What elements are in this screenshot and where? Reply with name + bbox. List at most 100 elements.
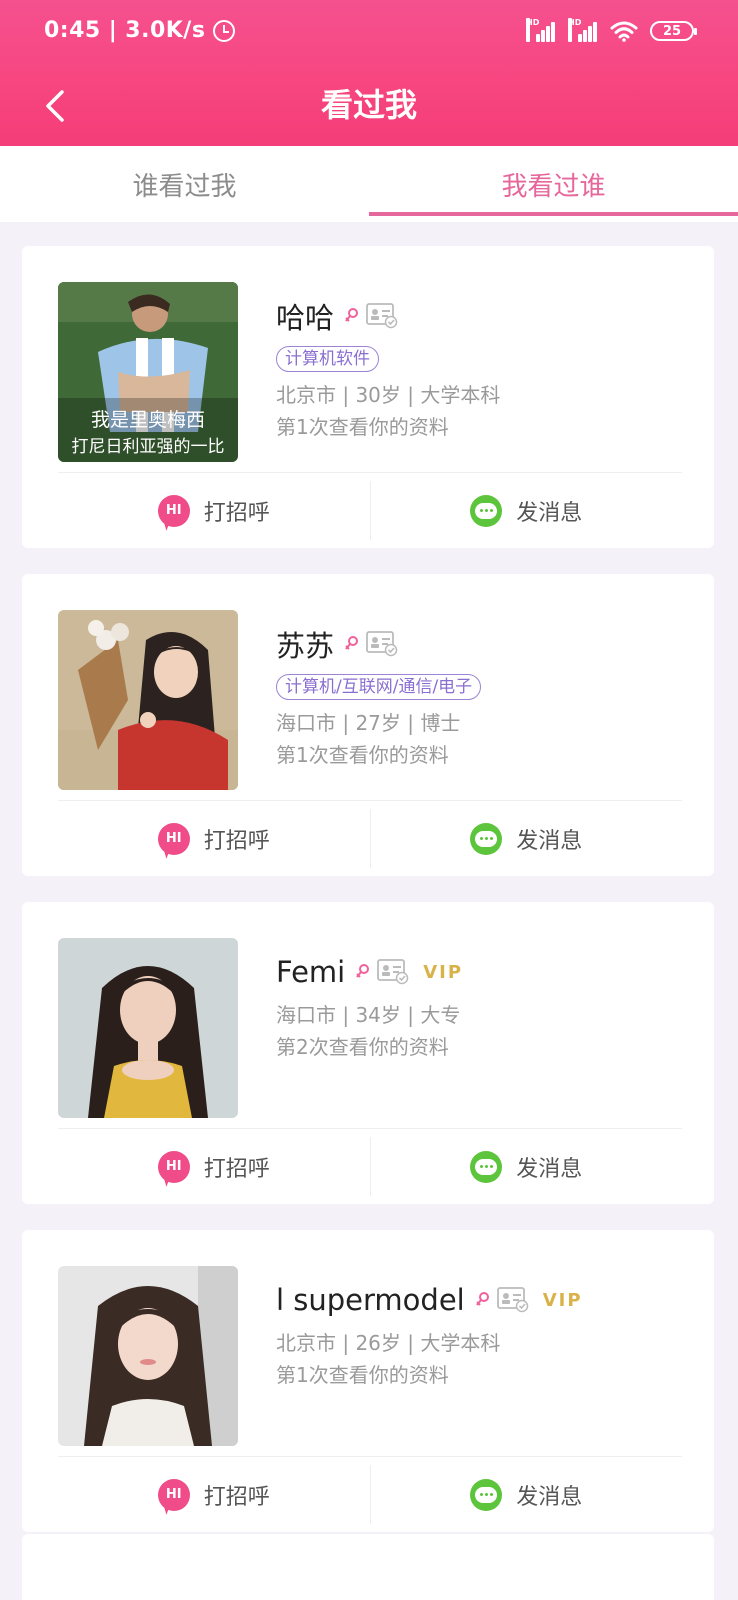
viewed-list: 我是里奥梅西 打尼日利亚强的一比 哈哈 计算机软件 北京市 | 30岁 | 大学…: [22, 246, 714, 1558]
hi-icon: HI: [157, 1150, 190, 1183]
list-item[interactable]: l supermodel VIP 北京市 | 26岁 | 大学本科 第1次查看你…: [22, 1230, 714, 1532]
message-button[interactable]: 发消息: [371, 1457, 683, 1532]
industry-tag: 计算机/互联网/通信/电子: [276, 674, 482, 700]
message-label: 发消息: [516, 828, 583, 854]
card-actions: HI 打招呼 发消息: [58, 472, 682, 548]
message-icon: [470, 1150, 503, 1183]
user-info: 哈哈 计算机软件 北京市 | 30岁 | 大学本科 第1次查看你的资料: [276, 296, 696, 442]
greet-label: 打招呼: [203, 1156, 270, 1182]
view-count: 第1次查看你的资料: [276, 1363, 449, 1387]
signal-hd-label-2: HD: [568, 18, 581, 42]
view-count: 第1次查看你的资料: [276, 743, 449, 767]
tab-label: 谁看过我: [132, 171, 237, 202]
greet-label: 打招呼: [203, 828, 270, 854]
user-info: l supermodel VIP 北京市 | 26岁 | 大学本科 第1次查看你…: [276, 1280, 696, 1390]
user-name: Femi: [276, 955, 346, 989]
tab-active-indicator: [369, 212, 738, 216]
message-button[interactable]: 发消息: [371, 801, 683, 876]
status-left: 0:45 | 3.0K/s: [44, 18, 236, 43]
status-time: 0:45: [44, 18, 101, 43]
avatar[interactable]: [58, 938, 238, 1118]
message-label: 发消息: [516, 1484, 583, 1510]
avatar-image: [58, 1266, 238, 1446]
user-info: 苏苏 计算机/互联网/通信/电子 海口市 | 27岁 | 博士 第1次查看你的资: [276, 624, 696, 770]
battery-icon: 25: [650, 21, 697, 41]
page-title: 看过我: [320, 86, 417, 124]
vip-badge: VIP: [542, 1289, 583, 1311]
avatar-image: 我是里奥梅西 打尼日利亚强的一比: [58, 282, 238, 462]
location-age-education: 海口市 | 27岁 | 博士: [276, 711, 461, 735]
network-speed: 3.0K/s: [125, 18, 206, 43]
avatar-image: [58, 938, 238, 1118]
tab-who-viewed-me[interactable]: 谁看过我: [0, 146, 369, 222]
hi-icon-text: HI: [165, 831, 182, 846]
user-name: 苏苏: [276, 629, 335, 663]
avatar[interactable]: 我是里奥梅西 打尼日利亚强的一比: [58, 282, 238, 462]
vip-badge: VIP: [423, 961, 464, 983]
hi-icon-text: HI: [165, 1159, 182, 1174]
greet-label: 打招呼: [203, 500, 270, 526]
message-icon: [470, 1478, 503, 1511]
list-item-partial[interactable]: [22, 1534, 714, 1600]
message-button[interactable]: 发消息: [371, 473, 683, 548]
user-name: l supermodel: [276, 1283, 465, 1317]
id-verified-icon: [377, 959, 409, 985]
location-age-education: 北京市 | 30岁 | 大学本科: [276, 383, 501, 407]
id-verified-icon: [366, 303, 398, 329]
signal-icon: HD: [526, 18, 556, 42]
tab-bar: 谁看过我 我看过谁: [0, 146, 738, 222]
female-icon: [345, 308, 359, 322]
industry-tag: 计算机软件: [276, 346, 379, 372]
id-verified-icon: [366, 631, 398, 657]
female-icon: [345, 636, 359, 650]
female-icon: [356, 964, 370, 978]
alarm-icon: [213, 19, 236, 42]
card-actions: HI 打招呼 发消息: [58, 800, 682, 876]
avatar-image: [58, 610, 238, 790]
tab-who-i-viewed[interactable]: 我看过谁: [369, 146, 738, 222]
status-right: HD HD 25: [526, 18, 697, 42]
message-button[interactable]: 发消息: [371, 1129, 683, 1204]
card-actions: HI 打招呼 发消息: [58, 1456, 682, 1532]
avatar[interactable]: [58, 610, 238, 790]
name-row: Femi VIP: [276, 952, 696, 992]
message-icon: [470, 822, 503, 855]
avatar-caption-1: 我是里奥梅西: [91, 409, 205, 431]
user-info: Femi VIP 海口市 | 34岁 | 大专 第2次查看你的资料: [276, 952, 696, 1062]
hi-icon-text: HI: [165, 503, 182, 518]
wifi-icon: [610, 21, 638, 42]
message-icon: [470, 494, 503, 527]
female-icon: [475, 1292, 489, 1306]
hi-icon: HI: [157, 822, 190, 855]
greet-button[interactable]: HI 打招呼: [58, 801, 370, 876]
hi-icon: HI: [157, 494, 190, 527]
name-row: 哈哈: [276, 296, 696, 336]
app-header: 0:45 | 3.0K/s HD HD 25 看过我: [0, 0, 738, 146]
status-separator: |: [108, 18, 118, 43]
signal-icon-2: HD: [568, 18, 598, 42]
greet-label: 打招呼: [203, 1484, 270, 1510]
list-item[interactable]: Femi VIP 海口市 | 34岁 | 大专 第2次查看你的资料 HI 打招呼…: [22, 902, 714, 1204]
view-count: 第1次查看你的资料: [276, 415, 449, 439]
user-name: 哈哈: [276, 301, 335, 335]
card-actions: HI 打招呼 发消息: [58, 1128, 682, 1204]
location-age-education: 海口市 | 34岁 | 大专: [276, 1003, 461, 1027]
tab-label: 我看过谁: [501, 171, 606, 202]
hi-icon-text: HI: [165, 1487, 182, 1502]
greet-button[interactable]: HI 打招呼: [58, 1129, 370, 1204]
id-verified-icon: [496, 1287, 528, 1313]
list-item[interactable]: 苏苏 计算机/互联网/通信/电子 海口市 | 27岁 | 博士 第1次查看你的资: [22, 574, 714, 876]
status-bar: 0:45 | 3.0K/s HD HD 25: [0, 0, 738, 70]
avatar[interactable]: [58, 1266, 238, 1446]
list-item[interactable]: 我是里奥梅西 打尼日利亚强的一比 哈哈 计算机软件 北京市 | 30岁 | 大学…: [22, 246, 714, 548]
battery-level: 25: [662, 23, 682, 39]
avatar-caption-2: 打尼日利亚强的一比: [72, 437, 225, 457]
name-row: l supermodel VIP: [276, 1280, 696, 1320]
greet-button[interactable]: HI 打招呼: [58, 1457, 370, 1532]
greet-button[interactable]: HI 打招呼: [58, 473, 370, 548]
hi-icon: HI: [157, 1478, 190, 1511]
name-row: 苏苏: [276, 624, 696, 664]
message-label: 发消息: [516, 1156, 583, 1182]
view-count: 第2次查看你的资料: [276, 1035, 449, 1059]
location-age-education: 北京市 | 26岁 | 大学本科: [276, 1331, 501, 1355]
